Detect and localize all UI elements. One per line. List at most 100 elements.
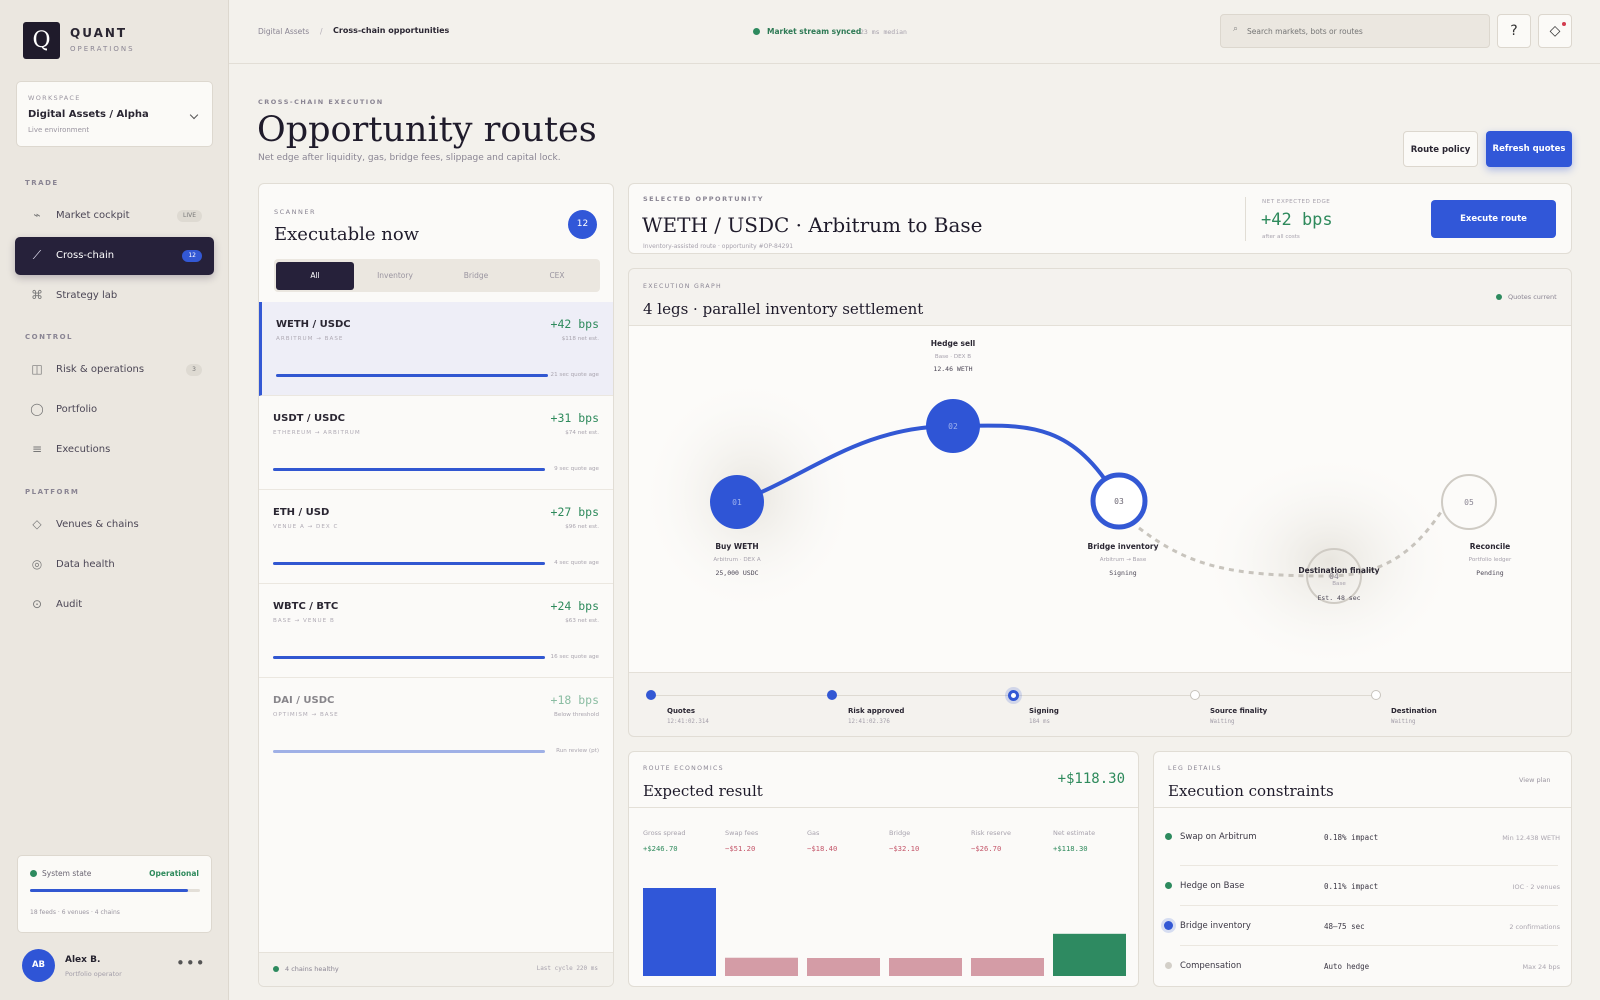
opportunity-row[interactable]: ETH / USD VENUE A → DEX C +27 bps $96 ne… — [259, 490, 613, 584]
economics-item-name: Risk reserve — [971, 829, 1011, 837]
quote-bar — [273, 468, 545, 471]
opportunity-row[interactable]: DAI / USDC OPTIMISM → BASE +18 bps Below… — [259, 678, 613, 772]
quote-age: 16 sec quote age — [550, 654, 599, 660]
net-estimate: $74 net est. — [565, 430, 599, 436]
economics-item-name: Gas — [807, 829, 820, 837]
page-subtitle: Net edge after liquidity, gas, bridge fe… — [258, 153, 561, 163]
quotes-status-dot — [1496, 294, 1502, 300]
system-state-card: System state Operational 18 feeds · 6 ve… — [17, 855, 212, 933]
execute-route-button[interactable]: Execute route — [1431, 200, 1556, 238]
sidebar-item-executions[interactable]: ≡ Executions — [15, 431, 214, 469]
net-estimate: $118 net est. — [561, 336, 599, 342]
dot-circle-icon: ⊙ — [31, 597, 43, 611]
step-sub: Waiting — [1210, 719, 1235, 725]
graph-label: EXECUTION GRAPH — [643, 283, 722, 290]
selected-title: WETH / USDC · Arbitrum to Base — [642, 213, 983, 237]
sidebar-item-data-health[interactable]: ◎ Data health — [15, 546, 214, 584]
sidebar-item-audit[interactable]: ⊙ Audit — [15, 586, 214, 624]
pair-name: WETH / USDC — [276, 319, 351, 330]
layout-icon: ◫ — [31, 362, 43, 376]
workspace-selector[interactable]: WORKSPACE Digital Assets / Alpha Live en… — [16, 81, 213, 147]
quote-bar — [273, 562, 545, 565]
chains-healthy: 4 chains healthy — [285, 965, 339, 973]
economics-item-value: −$26.70 — [971, 844, 1002, 853]
tab-all[interactable]: All — [276, 262, 354, 290]
pulse-icon: ⌁ — [33, 208, 41, 222]
refresh-quotes-button[interactable]: Refresh quotes — [1486, 131, 1572, 167]
node-value: 25,000 USDC — [715, 569, 758, 577]
leg-value: 48–75 sec — [1324, 922, 1365, 931]
node-name: Reconcile — [1470, 542, 1510, 551]
sidebar-item-risk-operations[interactable]: ◫ Risk & operations 3 — [15, 351, 214, 389]
nav-section-platform: PLATFORM — [25, 488, 80, 496]
node-name: Buy WETH — [715, 542, 758, 551]
node-label: 01 — [732, 498, 742, 507]
step-sub: 12:41:02.314 — [667, 719, 709, 725]
economics-divider — [629, 807, 1138, 808]
tab-inventory[interactable]: Inventory — [356, 262, 434, 290]
leg-value: 0.18% impact — [1324, 833, 1379, 842]
sidebar-item-portfolio[interactable]: ◯ Portfolio — [15, 391, 214, 429]
edge-bps: +24 bps — [550, 599, 599, 613]
node-name: Hedge sell — [931, 339, 976, 348]
breadcrumb-parent[interactable]: Digital Assets — [258, 27, 309, 36]
stream-latency: 23 ms median — [860, 28, 907, 36]
node-venue: Base — [1332, 581, 1346, 587]
sidebar-item-strategy-lab[interactable]: ⌘ Strategy lab — [15, 277, 214, 315]
sidebar-item-cross-chain[interactable]: ⟋ Cross-chain 12 — [15, 237, 214, 275]
node-name: Bridge inventory — [1088, 542, 1159, 551]
economics-item-value: −$51.20 — [725, 844, 756, 853]
economics-item-name: Net estimate — [1053, 829, 1096, 837]
step-dot-done — [827, 690, 837, 700]
node-label: 02 — [948, 422, 958, 431]
system-progress-track — [30, 889, 200, 892]
opportunity-row[interactable]: WETH / USDC ARBITRUM → BASE +42 bps $118… — [259, 302, 613, 396]
count-badge: 3 — [186, 364, 202, 376]
quotes-status: Quotes current — [1508, 293, 1557, 301]
economics-item-value: +$246.70 — [643, 844, 678, 853]
node-venue: Portfolio ledger — [1469, 557, 1512, 563]
route-text: OPTIMISM → BASE — [273, 712, 339, 718]
quote-age: 4 sec quote age — [554, 560, 599, 566]
opportunity-row[interactable]: USDT / USDC ETHEREUM → ARBITRUM +31 bps … — [259, 396, 613, 490]
leg-name: Compensation — [1180, 961, 1242, 971]
net-estimate: $96 net est. — [565, 524, 599, 530]
quote-age: 21 sec quote age — [550, 372, 599, 378]
selected-label: SELECTED OPPORTUNITY — [643, 195, 765, 203]
page-title: Opportunity routes — [257, 110, 597, 150]
search-box[interactable]: ⌕ — [1220, 14, 1490, 48]
sidebar-item-label: Risk & operations — [56, 364, 145, 375]
list-icon: ≡ — [31, 442, 43, 456]
help-button[interactable]: ? — [1497, 14, 1531, 48]
quote-bar — [273, 656, 545, 659]
avatar[interactable]: AB — [22, 949, 55, 982]
workspace-label: WORKSPACE — [28, 94, 81, 102]
tab-bridge[interactable]: Bridge — [437, 262, 515, 290]
brand-logo[interactable]: Q — [23, 22, 60, 59]
diamond-icon: ◇ — [32, 517, 42, 531]
nav-section-trade: TRADE — [25, 179, 59, 187]
notifications-button[interactable]: ◇ — [1538, 14, 1572, 48]
sidebar-item-venues-chains[interactable]: ◇ Venues & chains — [15, 506, 214, 544]
notification-dot — [1562, 22, 1566, 26]
economics-item-value: +$118.30 — [1053, 844, 1088, 853]
leg-detail: Max 24 bps — [1522, 963, 1560, 971]
tab-cex[interactable]: CEX — [518, 262, 596, 290]
economics-label: ROUTE ECONOMICS — [643, 765, 724, 772]
step-name: Source finality — [1210, 707, 1268, 715]
execution-graph-svg: 01 02 03 04 05 Buy WETH Arbitrum · DEX A… — [639, 339, 1512, 671]
node-value: Pending — [1476, 569, 1503, 577]
search-input[interactable] — [1247, 23, 1482, 39]
chevron-down-icon — [189, 110, 199, 120]
row-divider — [1180, 865, 1558, 866]
sidebar-item-label: Market cockpit — [56, 210, 130, 221]
route-policy-button[interactable]: Route policy — [1403, 131, 1478, 167]
view-plan-link[interactable]: View plan — [1519, 776, 1551, 784]
sidebar-item-market-cockpit[interactable]: ⌁ Market cockpit LIVE — [15, 197, 214, 235]
opportunity-row[interactable]: WBTC / BTC BASE → VENUE B +24 bps $63 ne… — [259, 584, 613, 678]
step-name: Risk approved — [848, 707, 905, 715]
step-sub: 184 ms — [1029, 719, 1050, 725]
command-icon: ⌘ — [31, 288, 43, 302]
more-icon[interactable]: ••• — [176, 954, 206, 972]
step-name: Signing — [1029, 707, 1059, 715]
